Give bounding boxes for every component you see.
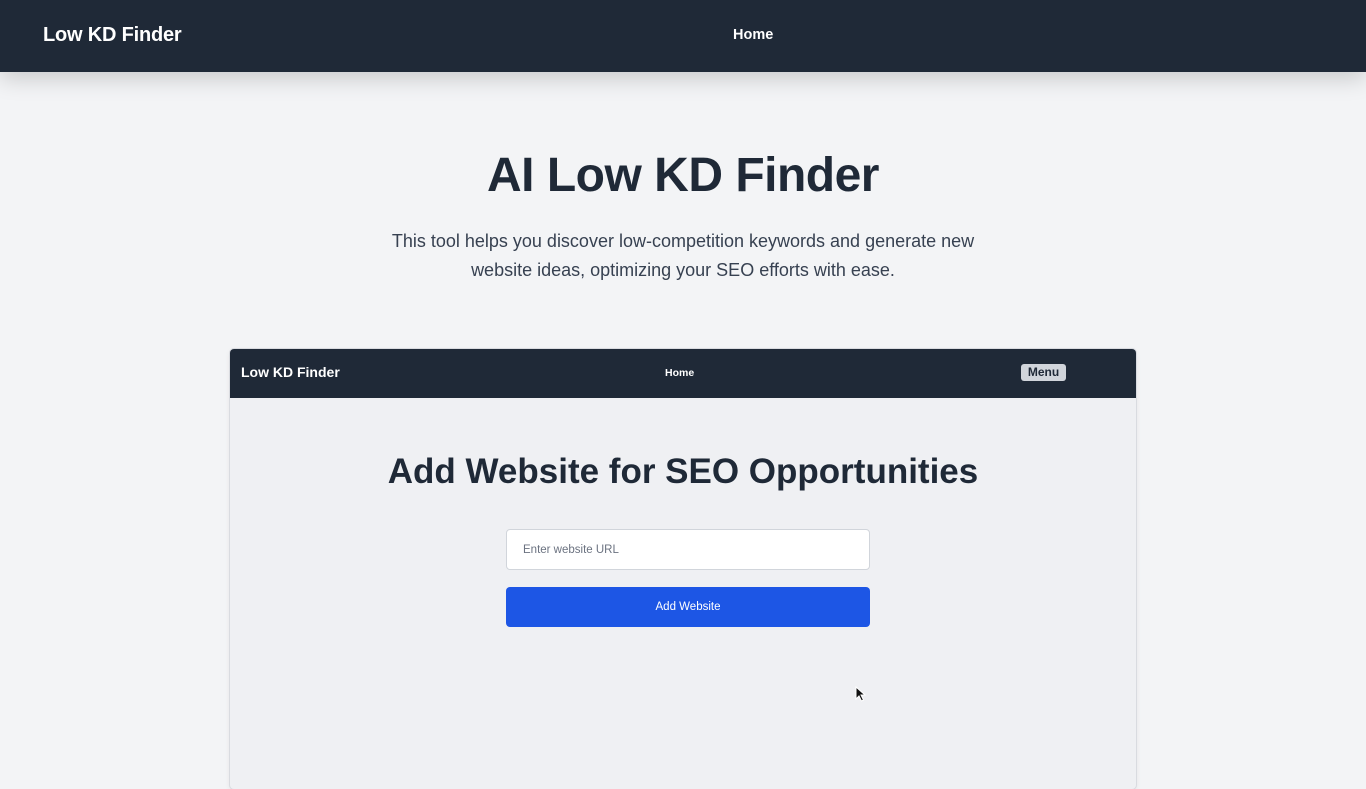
- preview-menu-button[interactable]: Menu: [1021, 364, 1066, 381]
- preview-navbar: Low KD Finder Home Menu: [230, 349, 1136, 398]
- page-subtitle: This tool helps you discover low-competi…: [391, 231, 975, 280]
- brand-logo[interactable]: Low KD Finder: [43, 24, 182, 47]
- preview-title: Add Website for SEO Opportunities: [387, 452, 979, 491]
- mouse-cursor-icon: [855, 686, 867, 702]
- top-navbar: Low KD Finder Home: [0, 0, 1366, 72]
- website-url-input[interactable]: [506, 529, 870, 570]
- preview-nav-home-link[interactable]: Home: [665, 367, 694, 379]
- page-title: AI Low KD Finder: [487, 149, 879, 202]
- nav-home-link[interactable]: Home: [733, 27, 773, 43]
- preview-brand-logo[interactable]: Low KD Finder: [241, 364, 340, 380]
- add-website-button[interactable]: Add Website: [506, 587, 870, 627]
- app-preview-frame: Low KD Finder Home Menu Add Website for …: [230, 349, 1136, 789]
